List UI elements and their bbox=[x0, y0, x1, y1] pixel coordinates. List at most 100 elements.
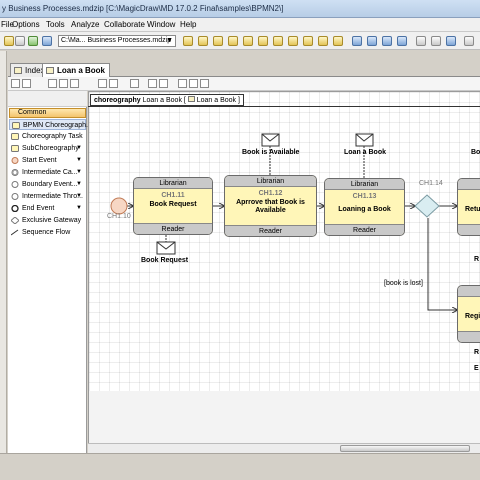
menu-analyze[interactable]: Analyze bbox=[71, 20, 99, 29]
palette-item-choreography-task[interactable]: Choreography Task bbox=[9, 131, 86, 142]
align-left-icon[interactable] bbox=[48, 79, 57, 88]
choreography-task-approve[interactable]: Librarian CH1.12 Aprrove that Book is Av… bbox=[224, 175, 317, 237]
choreography-task-loaning[interactable]: Librarian CH1.13 Loaning a Book Reader bbox=[324, 178, 405, 236]
activity-diagram-icon[interactable] bbox=[288, 36, 298, 46]
participant-bottom: Reader bbox=[225, 225, 316, 236]
chevron-down-icon[interactable]: ▼ bbox=[76, 143, 82, 154]
project-combo-value: C:\Ma... Business Processes.mdzip bbox=[61, 37, 172, 44]
menu-tools[interactable]: Tools bbox=[46, 20, 65, 29]
diagram-icon bbox=[14, 67, 22, 74]
message-label-partial: Bo bbox=[471, 149, 480, 156]
start-event-id: CH1.10 bbox=[107, 213, 131, 220]
choreography-task-return[interactable]: Retu bbox=[457, 178, 480, 236]
frame-keyword: choreography bbox=[94, 97, 141, 104]
choreography-task-book-request[interactable]: Librarian CH1.11 Book Request Reader bbox=[133, 177, 213, 235]
package-diagram-icon[interactable] bbox=[213, 36, 223, 46]
validate-icon[interactable] bbox=[28, 36, 38, 46]
align-right-icon[interactable] bbox=[70, 79, 79, 88]
chevron-down-icon[interactable]: ▼ bbox=[76, 179, 82, 190]
palette-item-start-event[interactable]: Start Event ▼ bbox=[9, 155, 86, 166]
more-icon[interactable] bbox=[464, 36, 474, 46]
forward-icon[interactable] bbox=[15, 36, 25, 46]
zoom-in-icon[interactable] bbox=[98, 79, 107, 88]
import-icon[interactable] bbox=[416, 36, 426, 46]
palette-item-intermediate-throw[interactable]: Intermediate Thro... ▼ bbox=[9, 191, 86, 202]
palette-item-label: SubChoreography bbox=[22, 145, 79, 152]
line-color-icon[interactable] bbox=[189, 79, 198, 88]
frame-divider bbox=[88, 106, 480, 107]
object-diagram-icon[interactable] bbox=[228, 36, 238, 46]
font-color-icon[interactable] bbox=[200, 79, 209, 88]
text-style-icon[interactable] bbox=[159, 79, 168, 88]
palette-item-subchoreography[interactable]: SubChoreography ▼ bbox=[9, 143, 86, 154]
message-label-book-available: Book is Available bbox=[242, 149, 300, 156]
window-title: y Business Processes.mdzip [C:\MagicDraw… bbox=[2, 4, 284, 13]
table-icon[interactable] bbox=[352, 36, 362, 46]
path-style-icon[interactable] bbox=[148, 79, 157, 88]
chevron-down-icon[interactable]: ▼ bbox=[76, 155, 82, 166]
export-icon[interactable] bbox=[431, 36, 441, 46]
deployment-diagram-icon[interactable] bbox=[273, 36, 283, 46]
class-diagram-icon[interactable] bbox=[198, 36, 208, 46]
horizontal-scrollbar[interactable] bbox=[88, 443, 480, 453]
palette-item-label: Exclusive Gateway bbox=[22, 217, 82, 224]
project-combo[interactable]: C:\Ma... Business Processes.mdzip ▼ bbox=[58, 35, 176, 47]
composite-diagram-icon[interactable] bbox=[243, 36, 253, 46]
diagram-icon[interactable] bbox=[183, 36, 193, 46]
diagram-frame-label: choreography Loan a Book [ Loan a Book ] bbox=[90, 94, 244, 106]
browse-icon[interactable] bbox=[42, 36, 52, 46]
browser-collapsed-strip[interactable] bbox=[0, 51, 7, 480]
scrollbar-thumb[interactable] bbox=[340, 445, 470, 452]
gateway-id: CH1.14 bbox=[419, 180, 443, 187]
palette-item-label: End Event bbox=[22, 205, 55, 212]
task-name: Aprrove that Book is Available bbox=[236, 199, 305, 214]
palette-group-label: Common bbox=[18, 109, 47, 116]
usecase-diagram-icon[interactable] bbox=[333, 36, 343, 46]
palette-item-end-event[interactable]: End Event ▼ bbox=[9, 203, 86, 214]
frame-link[interactable]: Loan a Book bbox=[197, 97, 236, 104]
pan-icon[interactable] bbox=[22, 79, 31, 88]
participant-bottom bbox=[458, 331, 480, 342]
diagram-canvas[interactable] bbox=[88, 91, 480, 391]
menu-window[interactable]: Window bbox=[147, 20, 175, 29]
chevron-down-icon[interactable]: ▼ bbox=[76, 203, 82, 214]
choreography-diagram-icon bbox=[46, 67, 54, 74]
layout-icon[interactable] bbox=[130, 79, 139, 88]
state-diagram-icon[interactable] bbox=[303, 36, 313, 46]
fill-color-icon[interactable] bbox=[178, 79, 187, 88]
palette-item-exclusive-gateway[interactable]: Exclusive Gateway bbox=[9, 215, 86, 226]
title-bar: y Business Processes.mdzip [C:\MagicDraw… bbox=[0, 0, 480, 18]
map-icon[interactable] bbox=[382, 36, 392, 46]
back-icon[interactable] bbox=[4, 36, 14, 46]
cut-label: R bbox=[474, 256, 480, 263]
zoom-out-icon[interactable] bbox=[109, 79, 118, 88]
task-name: Regi bbox=[465, 313, 480, 320]
palette-item-intermediate-catch[interactable]: Intermediate Ca... ▼ bbox=[9, 167, 86, 178]
palette-item-label: Intermediate Ca... bbox=[22, 169, 78, 176]
settings-icon[interactable] bbox=[446, 36, 456, 46]
participant-top: Librarian bbox=[325, 179, 404, 190]
frame-close: ] bbox=[238, 97, 240, 104]
palette-item-boundary-event[interactable]: Boundary Event... ▼ bbox=[9, 179, 86, 190]
select-icon[interactable] bbox=[11, 79, 20, 88]
align-center-icon[interactable] bbox=[59, 79, 68, 88]
menu-bar: File Options Tools Analyze Collaborate W… bbox=[0, 18, 480, 32]
menu-help[interactable]: Help bbox=[180, 20, 196, 29]
menu-options[interactable]: Options bbox=[12, 20, 40, 29]
menu-collaborate[interactable]: Collaborate bbox=[104, 20, 145, 29]
chevron-down-icon[interactable]: ▼ bbox=[76, 167, 82, 178]
report-icon[interactable] bbox=[397, 36, 407, 46]
matrix-icon[interactable] bbox=[367, 36, 377, 46]
message-label-book-request: Book Request bbox=[141, 257, 189, 264]
palette-group-common[interactable]: Common bbox=[9, 108, 86, 118]
component-diagram-icon[interactable] bbox=[258, 36, 268, 46]
participant-top: Librarian bbox=[134, 178, 212, 189]
palette-item-choreography[interactable]: BPMN Choreograph... bbox=[9, 119, 92, 130]
choreography-task-register[interactable]: Regi bbox=[457, 285, 480, 343]
participant-bottom: Reader bbox=[325, 224, 404, 235]
tab-loan-a-book[interactable]: Loan a Book bbox=[42, 63, 111, 77]
chevron-down-icon[interactable]: ▼ bbox=[76, 191, 82, 202]
sequence-diagram-icon[interactable] bbox=[318, 36, 328, 46]
task-id: CH1.13 bbox=[352, 193, 377, 200]
palette-item-sequence-flow[interactable]: Sequence Flow bbox=[9, 227, 86, 238]
